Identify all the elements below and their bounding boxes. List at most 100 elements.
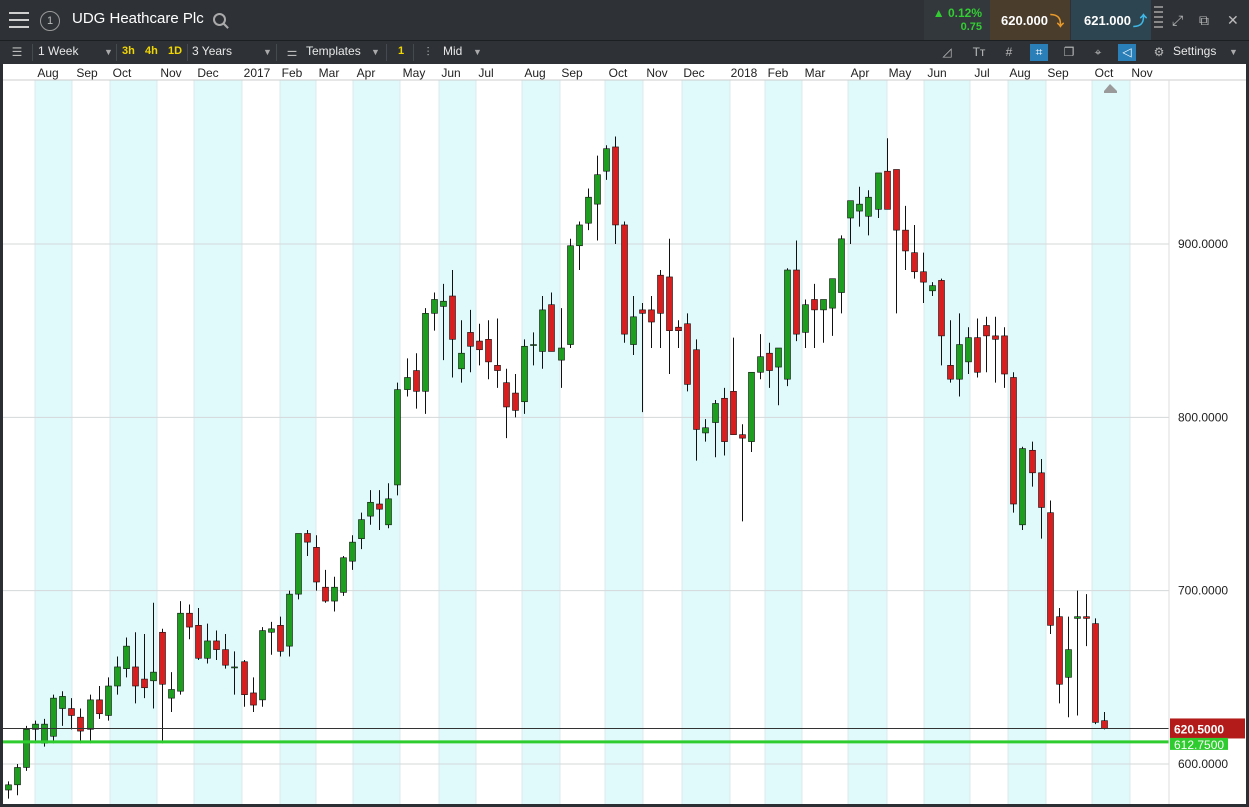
candle-body — [376, 503, 383, 510]
candle-body — [59, 696, 66, 709]
candle-body — [594, 174, 601, 205]
candle-body — [902, 229, 909, 252]
candle — [1010, 372, 1017, 513]
sell-button[interactable]: 620.000 ⤵ — [990, 0, 1070, 40]
candle-body — [77, 716, 84, 732]
gear-icon[interactable]: ⚙ — [1150, 44, 1168, 61]
candle-body — [476, 340, 483, 351]
candle-body — [684, 323, 691, 385]
draw-line-icon[interactable]: ◿ — [938, 44, 956, 61]
candle — [23, 725, 30, 771]
templates-icon[interactable]: ⚌ — [283, 44, 301, 61]
search-icon[interactable] — [213, 13, 226, 26]
templates-button[interactable]: Templates — [306, 41, 361, 61]
candle-body — [277, 625, 284, 652]
candle-body — [1083, 616, 1090, 619]
settings-button[interactable]: Settings — [1173, 41, 1216, 61]
candle-body — [693, 349, 700, 430]
x-tick-label: Nov — [160, 66, 181, 80]
x-tick-label: Jul — [974, 66, 989, 80]
instrument-number-badge[interactable]: 1 — [40, 11, 60, 31]
candle-body — [865, 196, 872, 217]
price-change-box: ▲ 0.12% 0.75 — [924, 0, 990, 40]
text-size-icon[interactable]: Tт — [970, 44, 988, 61]
x-tick-label: Mar — [805, 66, 826, 80]
x-tick-label: Nov — [646, 66, 667, 80]
hamburger-menu-icon[interactable] — [9, 12, 29, 28]
popout-icon[interactable]: ⧉ — [1199, 12, 1209, 29]
interval-4h-button[interactable]: 4h — [145, 41, 158, 61]
x-tick-label: Oct — [113, 66, 132, 80]
expand-icon[interactable]: ⤢ — [1172, 12, 1183, 29]
candle-body — [820, 299, 827, 311]
x-tick-label: Apr — [357, 66, 376, 80]
candle-body — [467, 332, 474, 347]
candle — [340, 556, 347, 596]
candle — [259, 627, 266, 707]
templates-chevron-down-icon[interactable]: ▼ — [371, 47, 380, 57]
scroll-handle-icon[interactable] — [1154, 6, 1164, 34]
candle-body — [313, 547, 320, 583]
candle-body — [530, 344, 537, 346]
candle-body — [811, 299, 818, 311]
candle-body — [1092, 623, 1099, 723]
crosshair-grid-icon[interactable]: ⌗ — [1030, 44, 1048, 61]
candle-body — [739, 434, 746, 439]
close-icon[interactable]: ✕ — [1227, 12, 1239, 29]
list-icon[interactable]: ☰ — [8, 44, 26, 61]
candle-body — [893, 169, 900, 231]
x-tick-label: May — [403, 66, 426, 80]
candle-body — [802, 304, 809, 333]
candle-body — [856, 203, 863, 212]
candle-body — [648, 309, 655, 323]
tag-icon[interactable]: ◁ — [1118, 44, 1136, 61]
interval-1d-button[interactable]: 1D — [168, 41, 182, 61]
candle-body — [730, 391, 737, 435]
candle-body — [512, 392, 519, 411]
candle-body — [123, 645, 130, 669]
candle-body — [132, 666, 139, 687]
month-band — [605, 80, 643, 804]
change-percent-value: 0.12% — [947, 6, 982, 20]
x-tick-label: Jul — [478, 66, 493, 80]
settings-chevron-down-icon[interactable]: ▼ — [1229, 47, 1238, 57]
candle-body — [96, 699, 103, 715]
toolbar-divider — [276, 44, 277, 61]
candle-body — [213, 640, 220, 650]
candle-body — [884, 170, 891, 210]
sell-arrow-icon: ⤵ — [1050, 13, 1064, 29]
sell-price: 620.000 — [1001, 13, 1048, 28]
candle-body — [431, 299, 438, 314]
candle-body — [539, 309, 546, 352]
interval-chevron-down-icon[interactable]: ▼ — [104, 47, 113, 57]
range-select[interactable]: 3 Years — [192, 41, 232, 61]
layers-icon[interactable]: ❐ — [1060, 44, 1078, 61]
candle-body — [947, 365, 954, 380]
buy-button[interactable]: 621.000 ⤴ — [1071, 0, 1151, 40]
range-chevron-down-icon[interactable]: ▼ — [263, 47, 272, 57]
current-price-label: 620.5000 — [1174, 722, 1224, 736]
target-icon[interactable]: ⌖ — [1089, 44, 1107, 61]
x-tick-label: Mar — [319, 66, 340, 80]
candle-body — [1001, 335, 1008, 375]
price-type-chevron-down-icon[interactable]: ▼ — [473, 47, 482, 57]
grid-icon[interactable]: # — [1000, 44, 1018, 61]
candle-body — [177, 612, 184, 692]
candle-body — [775, 347, 782, 368]
x-tick-label: 2018 — [731, 66, 758, 80]
candle-body — [250, 692, 257, 706]
x-tick-label: Oct — [1095, 66, 1114, 80]
interval-select[interactable]: 1 Week — [38, 41, 78, 61]
indicator-count-badge[interactable]: 1 — [398, 41, 404, 61]
chart-type-icon[interactable]: ⫶ — [419, 44, 437, 61]
candle-body — [1010, 377, 1017, 505]
candle — [784, 268, 791, 387]
candle-body — [114, 666, 121, 687]
price-type-select[interactable]: Mid — [443, 41, 462, 61]
candle-body — [286, 593, 293, 647]
candle-body — [1047, 512, 1054, 626]
month-band — [110, 80, 157, 804]
interval-3h-button[interactable]: 3h — [122, 41, 135, 61]
price-chart[interactable]: Aug Sep Oct Nov Dec 2017 Feb Mar Apr May Jun Jul Aug… — [0, 64, 1249, 807]
candle — [621, 221, 628, 343]
